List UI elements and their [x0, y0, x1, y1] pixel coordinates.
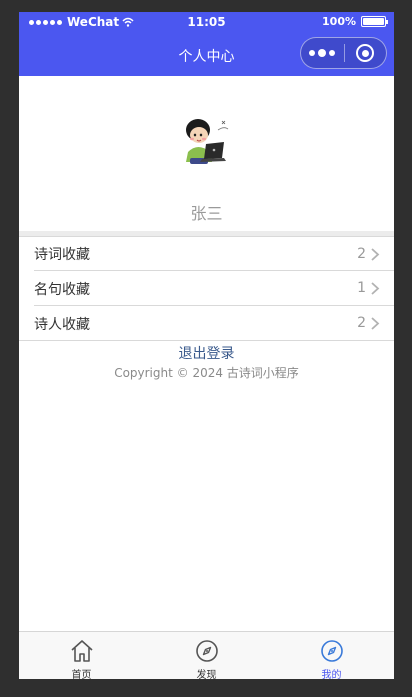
menu-item-count: 2 — [357, 246, 366, 262]
chevron-right-icon — [371, 282, 380, 295]
battery-icon — [361, 16, 388, 27]
chevron-right-icon — [371, 248, 380, 261]
more-menu-icon[interactable] — [301, 38, 344, 68]
copyright-text: Copyright © 2024 古诗词小程序 — [114, 366, 299, 380]
compass-icon — [321, 640, 343, 662]
menu-item-label: 诗人收藏 — [34, 316, 90, 333]
tab-mine[interactable]: 我的 — [269, 632, 394, 679]
tab-discover[interactable]: 发现 — [144, 632, 269, 679]
user-name: 张三 — [190, 204, 223, 223]
phone-screen: WeChat 11:05 100% 个人中心 张三 诗词收藏 2 名句收藏 1 … — [19, 12, 394, 679]
battery-percent: 100% — [322, 15, 356, 28]
compass-icon — [196, 640, 218, 662]
tab-label: 首页 — [71, 670, 92, 679]
status-bar: WeChat 11:05 100% — [19, 12, 394, 34]
tab-label: 我的 — [321, 670, 342, 679]
profile-header: 张三 — [19, 76, 394, 231]
avatar[interactable] — [172, 108, 240, 176]
menu-item-count: 2 — [357, 315, 366, 331]
mini-program-capsule — [300, 37, 387, 69]
nav-bar: 个人中心 — [19, 34, 394, 76]
menu-item-poem-favorites[interactable]: 诗词收藏 2 — [19, 236, 394, 271]
close-mini-program-icon[interactable] — [344, 38, 386, 68]
menu-item-quote-favorites[interactable]: 名句收藏 1 — [19, 271, 394, 306]
chevron-right-icon — [371, 317, 380, 330]
menu-item-poet-favorites[interactable]: 诗人收藏 2 — [19, 306, 394, 341]
collection-menu: 诗词收藏 2 名句收藏 1 诗人收藏 2 — [19, 236, 394, 341]
menu-item-label: 诗词收藏 — [34, 247, 90, 263]
menu-item-count: 1 — [357, 280, 366, 296]
menu-item-label: 名句收藏 — [34, 281, 90, 298]
battery-status: 100% — [322, 15, 388, 28]
logout-button[interactable]: 退出登录 — [19, 343, 394, 363]
home-icon — [71, 640, 93, 662]
tab-label: 发现 — [196, 670, 217, 679]
tab-bar: 首页 发现 我的 — [19, 631, 394, 679]
tab-home[interactable]: 首页 — [19, 632, 144, 679]
